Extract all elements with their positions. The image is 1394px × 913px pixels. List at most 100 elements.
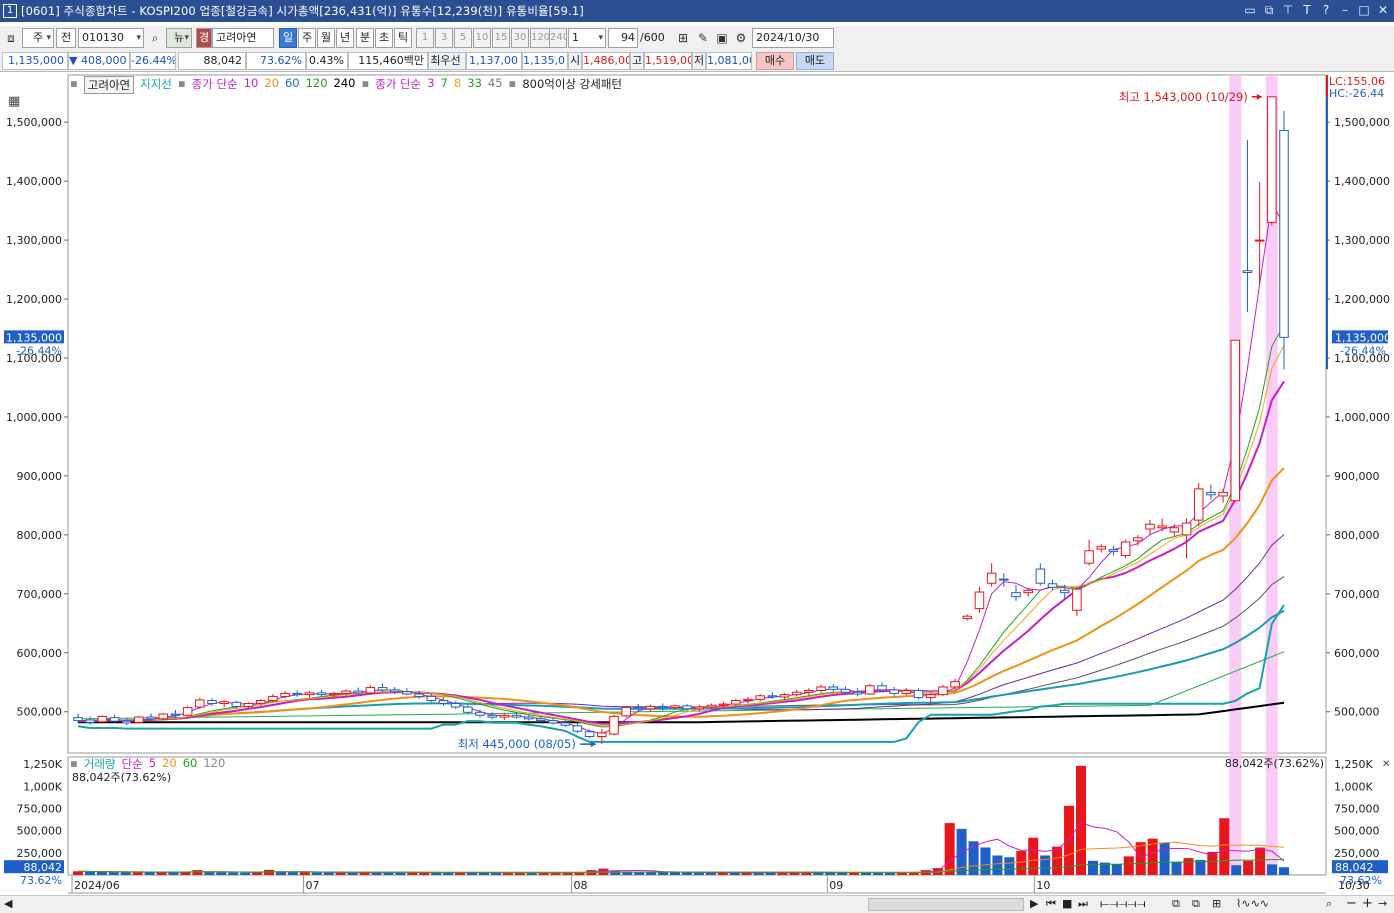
candle-body	[889, 689, 899, 694]
price-tick-left: 800,000	[17, 529, 63, 542]
volume-bar	[204, 872, 215, 875]
open-price: 1,486,00	[582, 52, 630, 70]
candle-body	[1084, 550, 1094, 564]
date-input[interactable]: 2024/10/30	[752, 28, 834, 48]
buy-button[interactable]: 매수	[756, 52, 794, 70]
zoom-out-icon[interactable]: −	[1346, 896, 1357, 911]
legend-pattern[interactable]: 800억이상 강세패턴	[522, 76, 622, 94]
minute-option[interactable]: 240	[549, 28, 567, 48]
zoom-in-icon[interactable]: +	[1362, 896, 1373, 911]
range-slider-icon[interactable]: ⟝⟞⟞⟞⟞	[1100, 897, 1146, 911]
window-icon[interactable]: ⧉	[1192, 897, 1200, 911]
interval-select[interactable]: 1	[568, 28, 606, 48]
volume-bar	[1243, 860, 1254, 875]
minute-option[interactable]: 5	[454, 28, 472, 48]
grid-icon[interactable]: ⊞	[1212, 897, 1221, 910]
period-tab[interactable]: 월	[317, 28, 335, 48]
candle-count-input[interactable]: 94	[608, 28, 638, 48]
minute-option[interactable]: 120	[530, 28, 550, 48]
scroll-thumb[interactable]	[868, 898, 1024, 911]
draw-tool-icon[interactable]: ✎	[694, 28, 712, 48]
price-tick-right: 1,200,000	[1334, 293, 1390, 306]
forward-icon[interactable]: ⏭	[1078, 897, 1088, 911]
minute-option[interactable]: 1	[416, 28, 434, 48]
search-icon[interactable]: ⌕	[146, 28, 164, 48]
candle-body	[1157, 525, 1167, 529]
market-select[interactable]: 주	[22, 28, 54, 48]
candle-body	[670, 705, 680, 709]
help-icon[interactable]: ?	[1319, 3, 1333, 17]
split-chart-icon[interactable]: ⊞	[674, 28, 692, 48]
save-icon[interactable]: ▣	[713, 28, 731, 48]
candle-body	[804, 690, 814, 693]
candle-body	[1072, 588, 1082, 611]
period-tab[interactable]: 초	[375, 28, 393, 48]
zoom-icon[interactable]: ⌕	[1326, 897, 1332, 911]
minute-option[interactable]: 15	[492, 28, 510, 48]
all-button[interactable]: 전	[56, 28, 76, 48]
candle-body	[109, 717, 120, 722]
candle-body	[1023, 589, 1033, 594]
candle-body	[353, 690, 363, 694]
pin-icon[interactable]: ⊤	[1281, 3, 1295, 17]
period-tab[interactable]: 틱	[394, 28, 412, 48]
sell-button[interactable]: 매도	[796, 52, 834, 70]
x-axis-label: 10	[1036, 879, 1050, 892]
candle-body	[523, 716, 534, 720]
volume-tick-left: 1,000K	[23, 780, 62, 793]
restore-layout-icon[interactable]: ⧉	[1262, 3, 1276, 17]
stop-icon[interactable]: ■	[1062, 897, 1072, 910]
legend-ma-label[interactable]: 종가 단순	[192, 76, 238, 94]
scroll-right-icon[interactable]: ▶	[1030, 897, 1038, 910]
chart-scrollbar[interactable]: ◀ ▶ ⏮ ■ ⏭ ⟝⟞⟞⟞⟞ ⧉ ⧉ ⊞ ⌇∿∿∿ ⌕ − + →	[0, 895, 1394, 913]
volume-tick-right: 500,000	[1334, 825, 1380, 838]
period-tab[interactable]: 일	[279, 28, 297, 48]
line-chart-icon[interactable]: ⌇∿∿∿	[1236, 897, 1269, 910]
candle-body	[231, 701, 242, 707]
period-tab[interactable]: 분	[356, 28, 374, 48]
candle-body	[816, 686, 826, 692]
warning-badge[interactable]: 경	[196, 28, 212, 48]
volume-bar	[120, 872, 131, 875]
minute-option[interactable]: 10	[473, 28, 491, 48]
stock-code-input[interactable]: 010130	[78, 28, 144, 48]
candle-body	[1108, 549, 1119, 552]
copy-icon[interactable]: ⧉	[1172, 897, 1180, 911]
volume-bar	[1052, 846, 1063, 875]
rewind-icon[interactable]: ⏮	[1046, 897, 1056, 911]
volume-bar	[395, 872, 406, 875]
period-tab[interactable]: 년	[336, 28, 354, 48]
period-tab[interactable]: 주	[298, 28, 316, 48]
legend-ma2-label[interactable]: 종가 단순	[375, 76, 421, 94]
candle-body	[158, 713, 169, 720]
candle-body	[511, 714, 522, 718]
candle-body	[195, 699, 205, 708]
volume-bar	[1267, 864, 1278, 875]
close-icon[interactable]: ✕	[1376, 3, 1390, 17]
legend-stock-name[interactable]: 고려아연	[83, 76, 135, 94]
volume-bar	[1075, 765, 1087, 875]
text-icon[interactable]: T	[1300, 3, 1314, 17]
news-button[interactable]: 뉴	[166, 28, 192, 48]
legend-ma-240: 240	[333, 76, 356, 90]
x-axis-label: 09	[829, 879, 843, 892]
move-right-icon[interactable]: →	[1378, 897, 1387, 910]
legend-support[interactable]: 지지선	[140, 76, 172, 94]
volume-bar	[228, 872, 239, 875]
minimize-icon[interactable]: –	[1338, 3, 1352, 17]
price-tick-right: 1,500,000	[1334, 116, 1390, 129]
maximize-icon[interactable]: □	[1357, 3, 1371, 17]
volume-tick-right: 750,000	[1334, 802, 1380, 815]
volume-bar	[192, 870, 203, 875]
minute-option[interactable]: 30	[511, 28, 529, 48]
price-tick-left: 1,300,000	[6, 234, 62, 247]
settings-gear-icon[interactable]: ⚙	[732, 28, 750, 48]
chart-type-icon[interactable]: ⧈	[2, 28, 20, 48]
layout-icon[interactable]: ▭	[1243, 3, 1257, 17]
scroll-left-icon[interactable]: ◀	[4, 897, 12, 910]
minute-option[interactable]: 3	[435, 28, 453, 48]
stock-chart[interactable]: 1,500,000 1,500,000 1,400,000 1,400,000 1,30…	[0, 73, 1394, 913]
candle-body	[243, 702, 254, 707]
candle-body	[840, 688, 851, 693]
legend-ma2-3: 3	[427, 76, 435, 90]
